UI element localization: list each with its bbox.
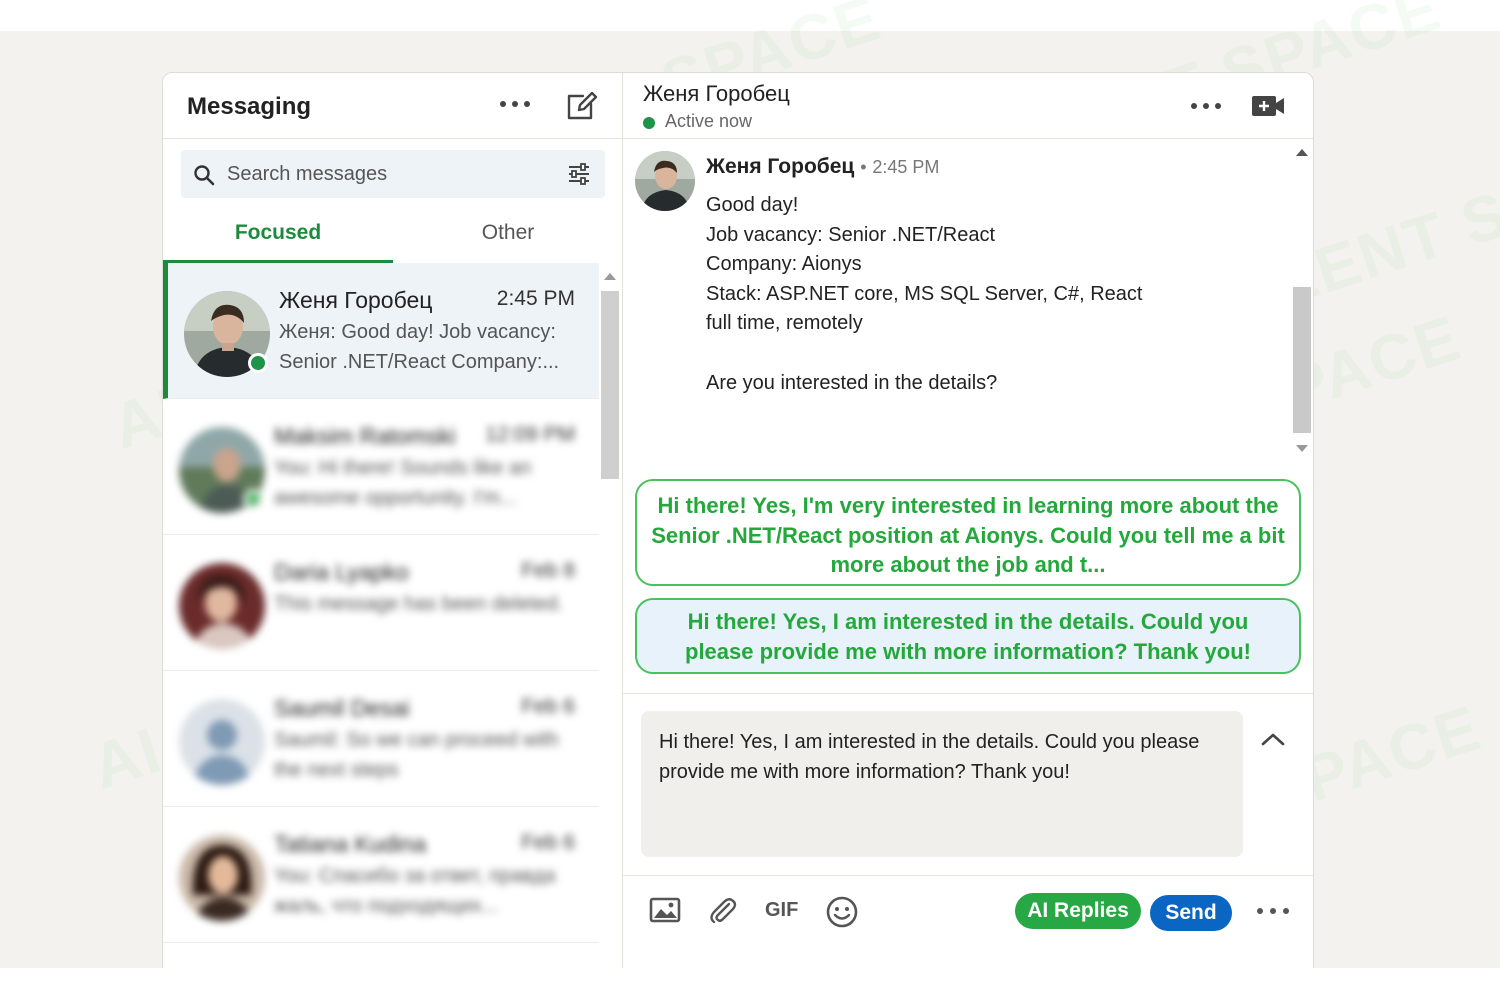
top-band bbox=[0, 0, 1500, 31]
online-indicator bbox=[248, 353, 268, 373]
chat-more-button[interactable] bbox=[1188, 91, 1224, 121]
conversation-preview: You: Hi there! Sounds like an awesome op… bbox=[274, 457, 532, 509]
conversation-item[interactable]: Tatiana Kudina Feb 6 You: Спасибо за отв… bbox=[163, 807, 599, 943]
compose-icon[interactable] bbox=[565, 88, 599, 122]
conversation-item[interactable]: Saumil Desai Feb 6 Saumil: So we can pro… bbox=[163, 671, 599, 807]
more-icon bbox=[500, 101, 506, 107]
ai-reply-suggestion[interactable]: Hi there! Yes, I'm very interested in le… bbox=[635, 479, 1301, 586]
conversation-list: Женя Горобец 2:45 PM Женя: Good day! Job… bbox=[163, 263, 599, 968]
send-button[interactable]: Send bbox=[1150, 895, 1232, 931]
search-input[interactable] bbox=[227, 150, 557, 198]
conversation-preview: Женя: Good day! Job vacancy: Senior .NET… bbox=[279, 321, 560, 373]
messaging-title: Messaging bbox=[187, 93, 312, 120]
conversation-name: Maksim Ratomski bbox=[274, 423, 456, 449]
conversation-preview: This message has been deleted. bbox=[274, 593, 564, 615]
avatar bbox=[179, 563, 265, 649]
message-header: Женя Горобец • 2:45 PM bbox=[706, 155, 939, 179]
search-bar bbox=[181, 150, 605, 198]
scrollbar-thumb[interactable] bbox=[601, 291, 619, 479]
active-status: Active now bbox=[665, 111, 753, 131]
conversation-item[interactable]: Женя Горобец 2:45 PM Женя: Good day! Job… bbox=[163, 263, 599, 399]
conversation-time: Feb 8 bbox=[521, 559, 575, 582]
message-separator: • bbox=[860, 157, 867, 177]
chat-panel: Женя Горобец Active now Женя Горобец • 2… bbox=[623, 73, 1313, 968]
conversation-panel: Messaging Search messages Focused Other … bbox=[163, 73, 623, 968]
message-input[interactable]: Hi there! Yes, I am interested in the de… bbox=[641, 711, 1243, 857]
chevron-up-icon[interactable] bbox=[1259, 729, 1287, 749]
gif-button[interactable]: GIF bbox=[765, 899, 798, 922]
emoji-icon[interactable] bbox=[825, 895, 859, 929]
bottom-band bbox=[0, 968, 1500, 1000]
message-line: Company: Aionys bbox=[706, 253, 862, 276]
conversation-item[interactable]: Maksim Ratomski 12:09 PM You: Hi there! … bbox=[163, 399, 599, 535]
filter-icon[interactable] bbox=[567, 163, 591, 185]
message-time: 2:45 PM bbox=[872, 157, 940, 177]
messaging-header: Messaging bbox=[163, 73, 623, 139]
active-status-dot bbox=[643, 117, 655, 129]
conversation-preview: You: Спасибо за ответ, правда жаль, что … bbox=[274, 865, 556, 917]
conversation-name: Женя Горобец bbox=[279, 287, 433, 313]
thread-scrollbar[interactable] bbox=[1289, 139, 1313, 463]
ai-replies-button[interactable]: AI Replies bbox=[1015, 893, 1141, 929]
tab-focused[interactable]: Focused bbox=[163, 203, 393, 263]
message-line: Good day! bbox=[706, 194, 799, 216]
message-tabs: Focused Other bbox=[163, 203, 623, 263]
chat-header: Женя Горобец Active now bbox=[623, 73, 1313, 139]
conversation-time: Feb 6 bbox=[521, 695, 575, 718]
messaging-window: Messaging Search messages Focused Other … bbox=[162, 72, 1314, 968]
divider bbox=[623, 693, 1313, 694]
tab-other[interactable]: Other bbox=[393, 203, 623, 263]
scrollbar-thumb[interactable] bbox=[1293, 287, 1311, 433]
conversation-name: Daria Lyapko bbox=[274, 559, 409, 585]
conversation-time: 2:45 PM bbox=[496, 287, 575, 310]
more-icon bbox=[1191, 103, 1197, 109]
conversation-scrollbar[interactable] bbox=[599, 273, 621, 968]
message-sender[interactable]: Женя Горобец bbox=[706, 155, 854, 178]
search-icon bbox=[194, 165, 215, 186]
message-line: full time, remotely bbox=[706, 312, 863, 335]
scroll-down-arrow[interactable] bbox=[1296, 445, 1308, 452]
avatar bbox=[635, 151, 695, 211]
composer-more-button[interactable] bbox=[1257, 899, 1289, 923]
conversation-name: Tatiana Kudina bbox=[274, 831, 427, 857]
message-line: Are you interested in the details? bbox=[706, 371, 998, 394]
message-body: Good day! Job vacancy: Senior .NET/React… bbox=[706, 191, 1266, 398]
message-thread: Женя Горобец • 2:45 PM Good day! Job vac… bbox=[623, 139, 1287, 463]
conversation-name: Saumil Desai bbox=[274, 695, 410, 721]
message-line: Job vacancy: Senior .NET/React bbox=[706, 223, 996, 246]
conversation-time: Feb 6 bbox=[521, 831, 575, 854]
more-icon bbox=[1257, 908, 1263, 914]
image-icon[interactable] bbox=[649, 895, 681, 925]
attachment-icon[interactable] bbox=[707, 895, 739, 927]
conversation-item[interactable]: Daria Lyapko Feb 8 This message has been… bbox=[163, 535, 599, 671]
scroll-up-arrow[interactable] bbox=[604, 273, 616, 280]
conversation-preview: Saumil: So we can proceed with the next … bbox=[274, 729, 559, 781]
video-call-icon[interactable] bbox=[1251, 93, 1285, 119]
avatar bbox=[179, 835, 265, 921]
more-options-button[interactable] bbox=[497, 89, 533, 119]
online-indicator bbox=[243, 489, 263, 509]
ai-reply-suggestion[interactable]: Hi there! Yes, I am interested in the de… bbox=[635, 598, 1301, 674]
divider bbox=[623, 875, 1313, 876]
message-line: Stack: ASP.NET core, MS SQL Server, C#, … bbox=[706, 282, 1143, 305]
message-line bbox=[706, 339, 1266, 369]
contact-name[interactable]: Женя Горобец bbox=[643, 81, 790, 107]
avatar bbox=[179, 699, 265, 785]
conversation-time: 12:09 PM bbox=[485, 423, 575, 446]
scroll-up-arrow[interactable] bbox=[1296, 149, 1308, 156]
